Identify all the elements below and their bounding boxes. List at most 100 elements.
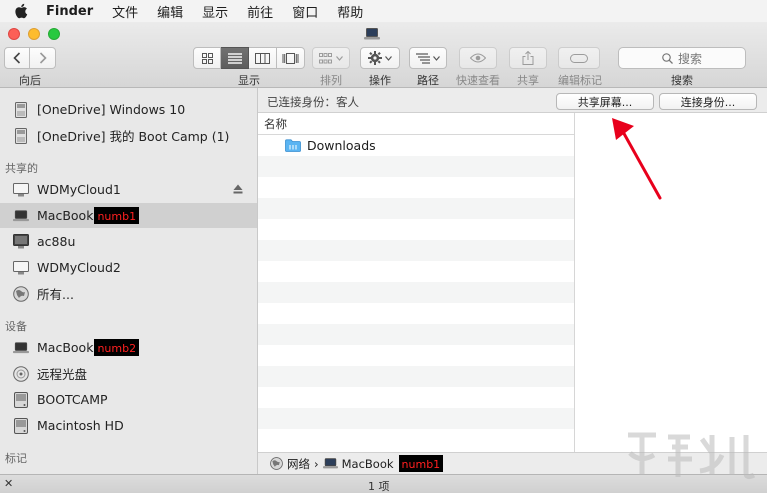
sidebar-item-ac88u[interactable]: ac88u — [0, 229, 257, 254]
file-name: Downloads — [307, 138, 376, 153]
monitor-icon — [13, 182, 29, 198]
path-button[interactable] — [409, 47, 447, 69]
sidebar-item-macintosh-hd[interactable]: Macintosh HD — [0, 413, 257, 438]
sidebar-item-remote-disc[interactable]: 远程光盘 — [0, 361, 257, 386]
menu-bar: Finder 文件 编辑 显示 前往 窗口 帮助 — [0, 0, 767, 22]
back-button[interactable] — [4, 47, 30, 69]
sidebar-item-onedrive-bootcamp[interactable]: [OneDrive] 我的 Boot Camp (1) — [0, 123, 257, 148]
column-divider[interactable] — [574, 113, 575, 452]
view-mode-group — [193, 47, 305, 69]
sidebar-item-all[interactable]: 所有... — [0, 281, 257, 306]
column-view-icon — [255, 52, 270, 64]
zoom-window-button[interactable] — [48, 28, 60, 40]
empty-row — [258, 156, 574, 177]
tag-icon — [570, 53, 588, 63]
connect-as-button[interactable]: 连接身份... — [659, 93, 757, 110]
tags-label: 编辑标记 — [558, 74, 602, 87]
quicklook-button[interactable] — [459, 47, 497, 69]
menu-finder[interactable]: Finder — [46, 4, 93, 19]
list-item[interactable]: Downloads — [258, 135, 574, 156]
empty-row — [258, 219, 574, 240]
optical-disc-icon — [13, 365, 29, 382]
monitor-icon — [13, 260, 29, 276]
drive-icon — [13, 417, 29, 434]
gallery-view-button[interactable] — [277, 47, 305, 69]
globe-icon — [13, 285, 29, 302]
action-label: 操作 — [369, 74, 391, 87]
empty-row — [258, 198, 574, 219]
sidebar: [OneDrive] Windows 10 [OneDrive] 我的 Boot… — [0, 88, 258, 474]
close-window-button[interactable] — [8, 28, 20, 40]
share-button[interactable] — [509, 47, 547, 69]
redaction-label: numb1 — [398, 455, 444, 472]
eye-icon — [470, 53, 486, 63]
share-screen-button[interactable]: 共享屏幕... — [556, 93, 654, 110]
minimize-window-button[interactable] — [28, 28, 40, 40]
sidebar-item-label: ac88u — [37, 234, 76, 249]
menu-window[interactable]: 窗口 — [292, 2, 318, 21]
watermark-logo-icon — [628, 432, 756, 480]
chevron-down-icon — [336, 55, 343, 61]
sidebar-header-devices: 设备 — [5, 320, 27, 333]
menu-go[interactable]: 前往 — [247, 2, 273, 21]
window-toolbar: 向后 显示 排列 操作 路径 快速查看 共享 编辑标记 搜索 搜索 — [0, 22, 767, 88]
path-machine[interactable]: MacBook — [342, 457, 394, 471]
sidebar-item-macbook-shared[interactable]: MacBook numb1 — [0, 203, 257, 228]
empty-row — [258, 408, 574, 429]
share-label: 共享 — [517, 74, 539, 87]
empty-row — [258, 429, 574, 450]
sidebar-item-label: MacBook — [37, 208, 94, 223]
sidebar-item-wdmycloud1[interactable]: WDMyCloud1 — [0, 177, 257, 202]
list-view-icon — [227, 52, 242, 64]
sidebar-item-bootcamp[interactable]: BOOTCAMP — [0, 387, 257, 412]
annotation-arrow-icon — [612, 118, 662, 200]
chevron-left-icon — [13, 52, 21, 64]
path-network[interactable]: 网络 — [287, 456, 310, 472]
action-button[interactable] — [360, 47, 400, 69]
empty-row — [258, 261, 574, 282]
folder-icon — [285, 139, 301, 152]
edit-tags-button[interactable] — [558, 47, 600, 69]
empty-row — [258, 240, 574, 261]
share-icon — [522, 51, 534, 65]
empty-row — [258, 303, 574, 324]
arrange-icon — [319, 52, 332, 63]
laptop-icon — [322, 458, 338, 469]
sidebar-item-label: [OneDrive] 我的 Boot Camp (1) — [37, 129, 230, 144]
apple-menu-icon[interactable] — [14, 3, 28, 19]
disk-icon — [13, 101, 29, 118]
chevron-down-icon — [433, 55, 440, 61]
sidebar-header-shared: 共享的 — [5, 162, 38, 175]
arrange-button[interactable] — [312, 47, 350, 69]
sidebar-item-onedrive-windows[interactable]: [OneDrive] Windows 10 — [0, 97, 257, 122]
sidebar-item-macbook-device[interactable]: MacBook numb2 — [0, 335, 257, 360]
connection-bar: 已连接身份：客人 共享屏幕... 连接身份... — [258, 88, 767, 113]
sidebar-item-label: Macintosh HD — [37, 418, 124, 433]
redaction-label: numb2 — [94, 339, 140, 356]
menu-help[interactable]: 帮助 — [337, 2, 363, 21]
eject-icon[interactable] — [233, 184, 243, 194]
sidebar-header-tags: 标记 — [5, 452, 27, 465]
chevron-down-icon — [385, 55, 392, 61]
back-forward-group — [4, 47, 56, 69]
sidebar-item-wdmycloud2[interactable]: WDMyCloud2 — [0, 255, 257, 280]
disk-icon — [13, 127, 29, 144]
list-view-button[interactable] — [221, 47, 249, 69]
main-content: 已连接身份：客人 共享屏幕... 连接身份... 名称 Downloads 网络… — [258, 88, 767, 474]
menu-edit[interactable]: 编辑 — [157, 2, 183, 21]
menu-view[interactable]: 显示 — [202, 2, 228, 21]
close-icon[interactable]: ✕ — [4, 477, 13, 490]
arrange-label: 排列 — [320, 74, 342, 87]
laptop-icon — [13, 340, 29, 356]
connected-as-text: 已连接身份：客人 — [267, 95, 359, 109]
column-view-button[interactable] — [249, 47, 277, 69]
icon-view-button[interactable] — [193, 47, 221, 69]
forward-button[interactable] — [30, 47, 56, 69]
search-input[interactable]: 搜索 — [618, 47, 746, 69]
chevron-right-icon — [39, 52, 47, 64]
laptop-icon — [364, 28, 380, 40]
name-column-header[interactable]: 名称 — [258, 113, 574, 135]
share-group — [509, 47, 547, 69]
sidebar-item-label: BOOTCAMP — [37, 392, 108, 407]
menu-file[interactable]: 文件 — [112, 2, 138, 21]
